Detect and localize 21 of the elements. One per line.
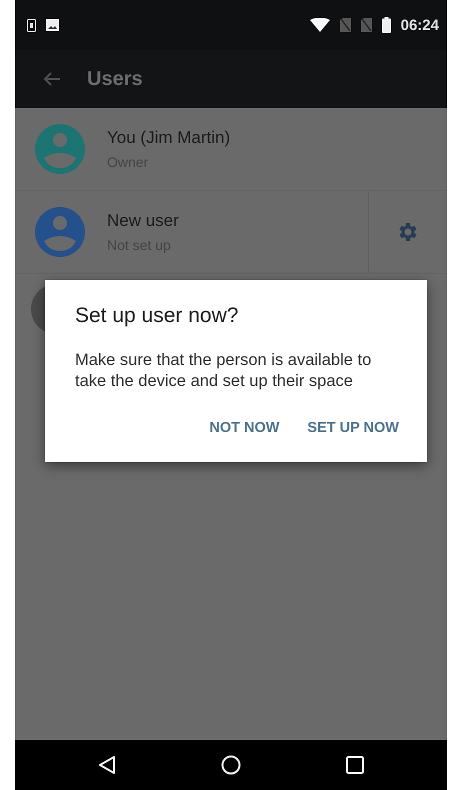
- sim-card-icon: [27, 18, 36, 32]
- back-nav-button[interactable]: [98, 755, 116, 775]
- circle-home-icon: [220, 755, 241, 775]
- no-sim-icon: [360, 18, 372, 32]
- user-name: You (Jim Martin): [107, 128, 232, 148]
- triangle-back-icon: [98, 755, 116, 775]
- dialog-button[interactable]: NOT NOW: [209, 420, 280, 436]
- screen-title: Users: [87, 68, 143, 90]
- status-time: 06:24: [400, 16, 439, 34]
- back-arrow-icon: [43, 71, 61, 87]
- dialog-title: Set up user now?: [75, 304, 240, 328]
- user-name: New user: [107, 211, 180, 231]
- battery-icon: [382, 17, 391, 33]
- no-sim-icon: [340, 18, 351, 32]
- dialog-button[interactable]: SET UP NOW: [307, 420, 399, 436]
- home-nav-button[interactable]: [220, 755, 241, 775]
- recents-nav-button[interactable]: [346, 756, 364, 774]
- image-icon: [46, 19, 59, 31]
- wifi-icon: [310, 18, 330, 32]
- dialog-message: Make sure that the person is available to take the device and set up their space: [75, 350, 372, 392]
- square-recents-icon: [346, 756, 364, 774]
